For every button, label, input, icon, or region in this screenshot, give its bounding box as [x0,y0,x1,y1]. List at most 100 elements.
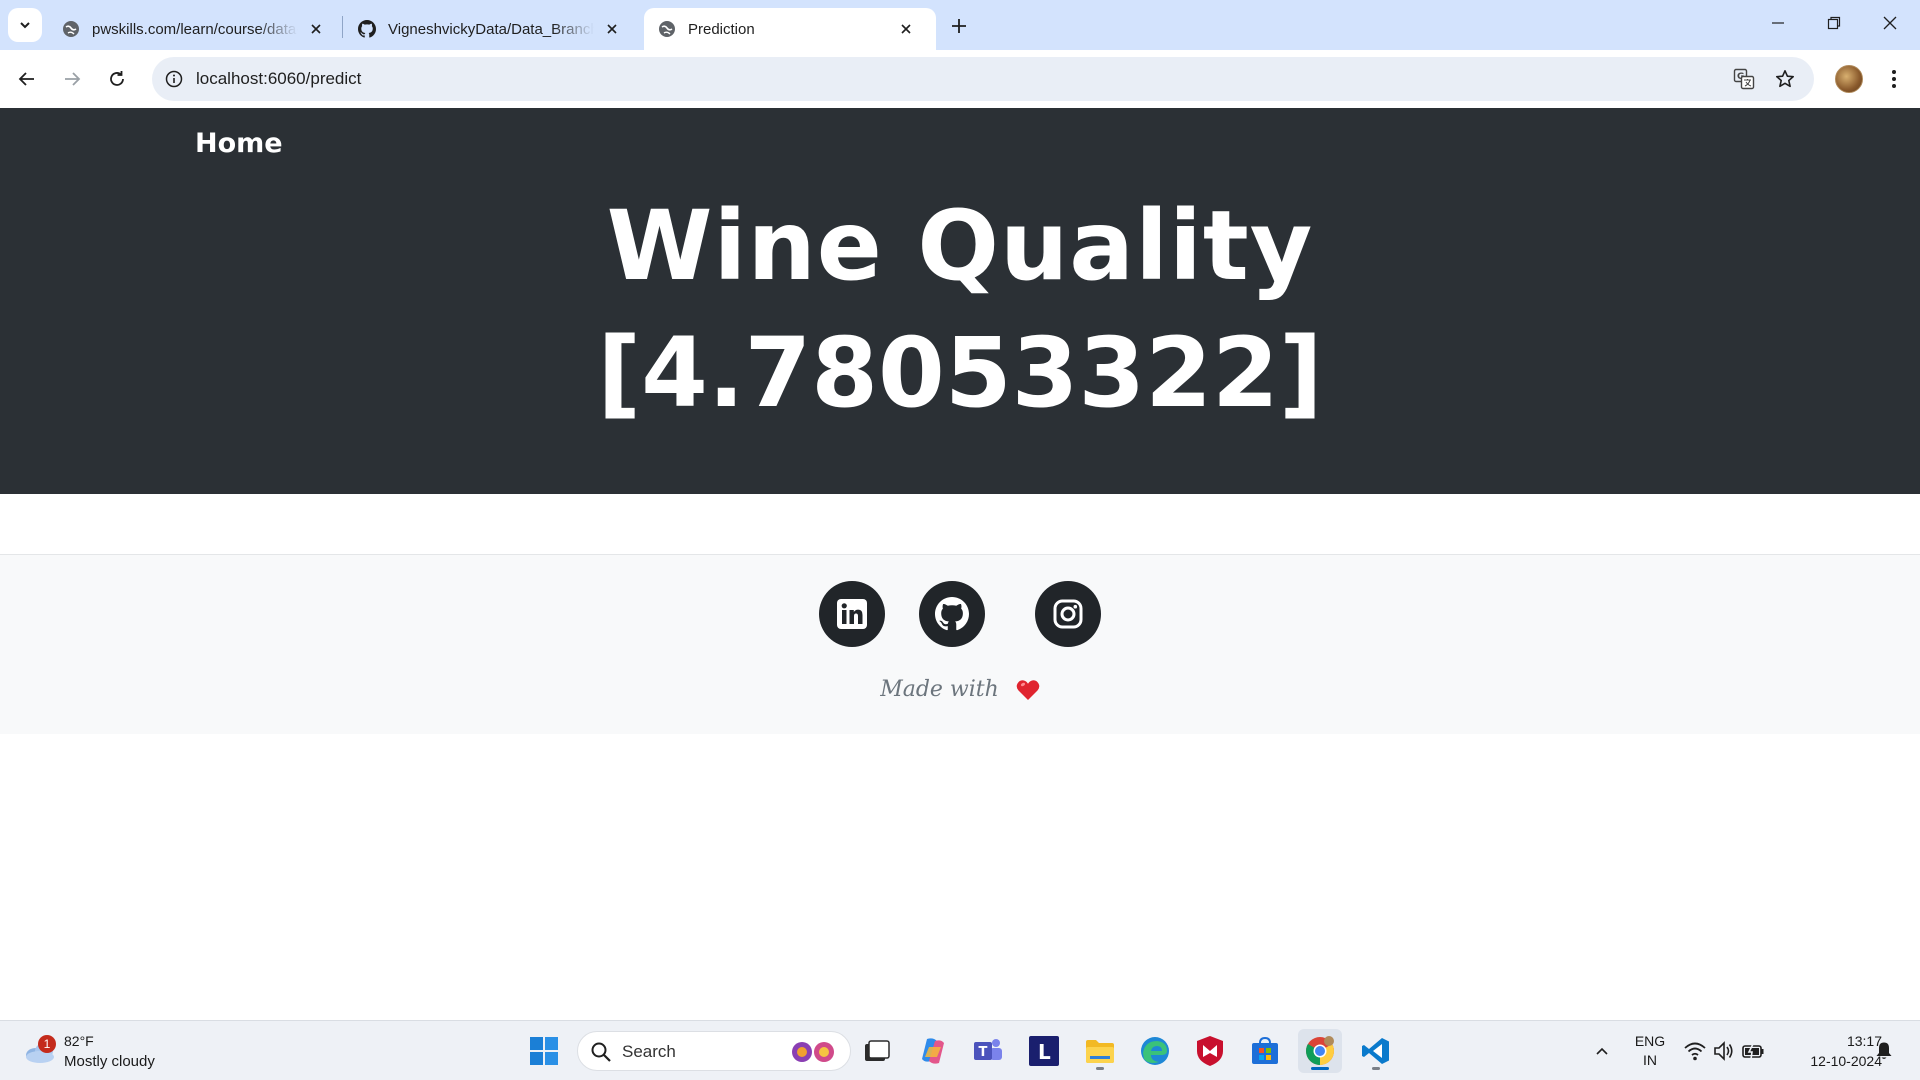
github-icon [935,597,969,631]
plus-icon [952,19,966,33]
input-language[interactable]: ENG IN [1628,1032,1672,1070]
profile-avatar[interactable] [1835,65,1863,93]
mcafee-shield-icon [1197,1036,1223,1066]
weather-widget[interactable]: 1 82°F Mostly cloudy [20,1029,190,1073]
tab-divider [342,16,343,38]
instagram-icon [1053,599,1083,629]
home-link[interactable]: Home [195,128,283,159]
file-explorer-button[interactable] [1078,1029,1122,1073]
region-code: IN [1643,1052,1657,1068]
linkedin-button[interactable] [819,581,885,647]
start-button[interactable] [522,1029,566,1073]
arrow-right-icon [65,72,81,86]
search-highlight-icon [792,1042,834,1062]
search-placeholder: Search [622,1042,676,1061]
chrome-icon [1306,1036,1334,1065]
close-tab-icon[interactable] [896,19,916,39]
instagram-button[interactable] [1035,581,1101,647]
github-icon [358,20,376,38]
minimize-icon [1772,22,1784,24]
copilot-button[interactable] [911,1029,955,1073]
active-app-indicator [1311,1067,1329,1070]
url-text[interactable]: localhost:6060/predict [196,69,361,89]
heart-icon [1016,680,1040,700]
hero-section: Home Wine Quality [4.78053322] [0,108,1920,494]
task-view-button[interactable] [855,1029,899,1073]
windows-logo-icon [530,1037,558,1065]
chevron-down-icon [20,22,30,29]
running-indicator [1372,1067,1380,1070]
l-app-icon: L [1029,1036,1059,1066]
vscode-icon [1362,1038,1389,1064]
wifi-icon [1684,1042,1706,1061]
search-icon [591,1042,611,1062]
new-tab-button[interactable] [945,12,973,40]
close-icon [1883,16,1897,30]
browser-tab-strip: pwskills.com/learn/course/data-science V… [0,0,1920,50]
l-app-button[interactable]: L [1022,1029,1066,1073]
speaker-icon [1714,1041,1733,1061]
more-vertical-icon [1892,70,1896,88]
running-indicator [1096,1067,1104,1070]
language-code: ENG [1634,1033,1666,1049]
close-window-button[interactable] [1862,0,1918,46]
tab-title: pwskills.com/learn/course/data-science [92,20,298,38]
weather-condition: Mostly cloudy [64,1053,155,1070]
github-button[interactable] [919,581,985,647]
battery-charging-icon [1742,1043,1764,1060]
taskbar-search[interactable]: Search [577,1031,851,1071]
arrow-left-icon [18,72,34,86]
weather-temperature: 82°F [64,1033,94,1049]
reload-icon [110,71,124,86]
show-hidden-icons-button[interactable] [1580,1029,1624,1073]
browser-menu-button[interactable] [1880,64,1908,94]
prediction-value: [4.78053322] [597,317,1323,429]
tab-prediction[interactable]: Prediction [644,8,936,50]
globe-icon [63,21,79,37]
edge-icon [1141,1037,1169,1065]
teams-icon: T [974,1039,1002,1060]
page-title: Wine Quality [606,190,1314,302]
tab-title: Prediction [688,20,755,38]
minimize-button[interactable] [1750,0,1806,46]
edge-button[interactable] [1133,1029,1177,1073]
forward-button[interactable] [55,62,89,96]
microsoft-store-button[interactable] [1243,1029,1287,1073]
close-tab-icon[interactable] [602,19,622,39]
tab-pwskills[interactable]: pwskills.com/learn/course/data-science [48,8,340,50]
address-bar[interactable]: localhost:6060/predict G [152,57,1814,101]
svg-text:T: T [979,1045,988,1060]
store-icon [1252,1036,1278,1064]
translate-icon[interactable]: G [1732,67,1756,91]
site-info-icon[interactable] [162,67,186,91]
notifications-button[interactable] [1864,1029,1904,1073]
tab-search-button[interactable] [8,8,42,42]
chrome-button[interactable] [1298,1029,1342,1073]
task-view-icon [865,1040,890,1061]
copilot-icon [922,1038,944,1064]
bookmark-star-icon[interactable] [1773,67,1797,91]
made-with-text: Made with [0,677,1920,702]
footer: Made with [0,554,1920,734]
tab-github[interactable]: VigneshvickyData/Data_Branch [344,8,636,50]
vscode-button[interactable] [1354,1029,1398,1073]
back-button[interactable] [10,62,44,96]
quick-settings-button[interactable] [1676,1029,1772,1073]
teams-button[interactable]: T [966,1029,1010,1073]
bell-icon [1876,1042,1892,1059]
made-with-label: Made with [880,677,999,702]
notification-badge: 1 [38,1035,56,1053]
globe-icon [659,21,675,37]
linkedin-icon [837,599,867,629]
tab-title: VigneshvickyData/Data_Branch [388,20,594,38]
browser-toolbar: localhost:6060/predict G [0,50,1920,108]
close-tab-icon[interactable] [306,19,326,39]
chevron-up-icon [1596,1047,1608,1055]
restore-icon [1827,16,1841,30]
svg-text:L: L [1038,1040,1051,1064]
restore-button[interactable] [1806,0,1862,46]
reload-button[interactable] [100,62,134,96]
mcafee-button[interactable] [1188,1029,1232,1073]
folder-icon [1086,1040,1114,1063]
taskbar: 1 82°F Mostly cloudy Search T L ENG IN 1… [0,1020,1920,1080]
